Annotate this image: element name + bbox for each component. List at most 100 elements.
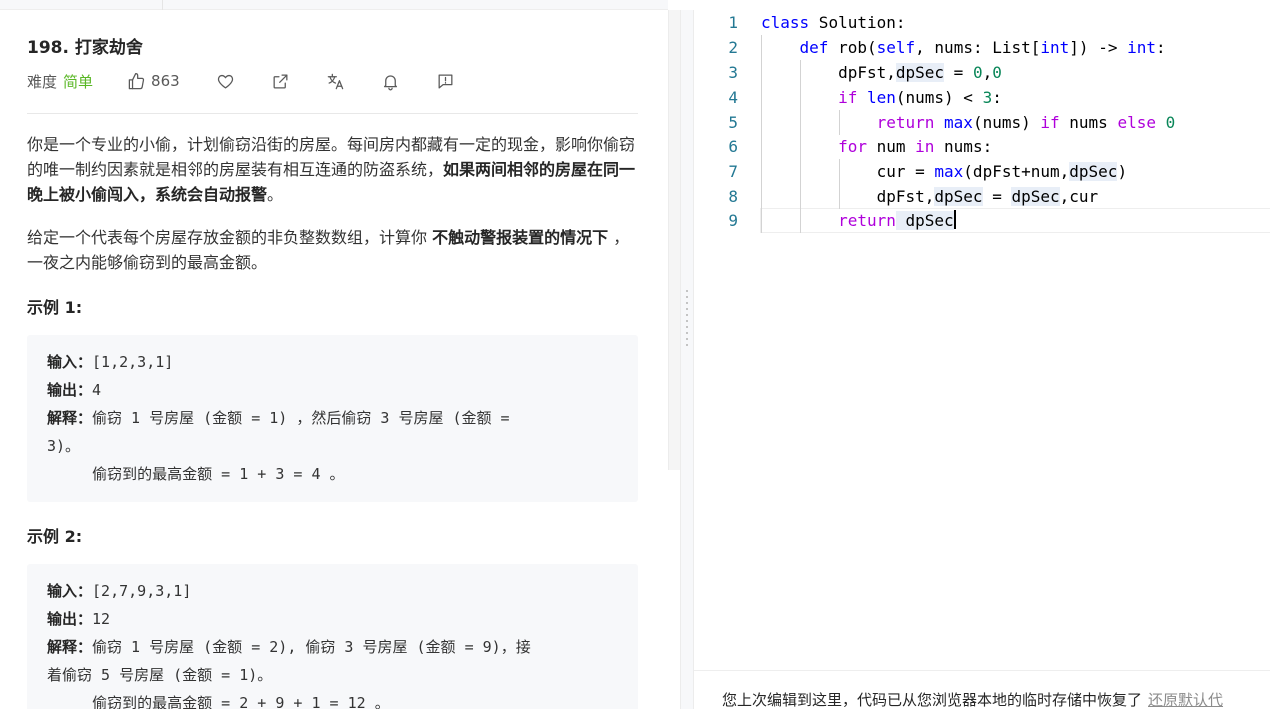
code-token: for <box>838 137 867 156</box>
translate-icon <box>327 73 343 89</box>
like-count: 863 <box>151 72 180 90</box>
code-line-7[interactable]: 7 cur = max(dpFst+num,dpSec) <box>694 159 1270 184</box>
output-value: 12 <box>92 610 111 628</box>
code-token: 0 <box>1165 113 1176 132</box>
example-explain: 解释：偷窃 1 号房屋 (金额 = 2), 偷窃 3 号房屋 (金额 = 9)，… <box>47 633 618 661</box>
explain-label: 解释： <box>47 409 93 427</box>
explain-line-1: 偷窃 1 号房屋 (金额 = 2), 偷窃 3 号房屋 (金额 = 9)，接 <box>92 638 531 656</box>
heart-icon <box>217 74 233 88</box>
line-number: 5 <box>728 113 738 132</box>
bell-icon <box>383 74 397 90</box>
code-token: dpFst, <box>876 187 935 206</box>
input-label: 输入： <box>47 353 93 371</box>
text-caret <box>953 210 956 229</box>
line-number: 6 <box>728 137 738 156</box>
line-number: 8 <box>728 187 738 206</box>
code-token: return <box>876 113 935 132</box>
favorite-button[interactable] <box>216 72 235 91</box>
code-token: : <box>1156 38 1166 57</box>
splitter-grip[interactable] <box>686 290 688 350</box>
code-editor[interactable]: 1 class Solution: 2 def rob(self, nums: … <box>694 0 1270 670</box>
output-value: 4 <box>92 381 102 399</box>
line-number: 7 <box>728 162 738 181</box>
example-2-block: 输入：[2,7,9,3,1] 输出：12 解释：偷窃 1 号房屋 (金额 = 2… <box>27 564 638 709</box>
code-line-4[interactable]: 4 if len(nums) < 3: <box>694 85 1270 110</box>
code-token: max <box>944 113 973 132</box>
subscribe-button[interactable] <box>381 72 400 91</box>
code-line-3[interactable]: 3 dpFst,dpSec = 0,0 <box>694 60 1270 85</box>
explain-line-2: 3)。 <box>47 437 81 455</box>
code-token: 0 <box>972 63 983 82</box>
input-value: [1,2,3,1] <box>92 353 174 371</box>
translate-button[interactable] <box>326 72 345 91</box>
code-token: dpSec <box>1069 162 1118 181</box>
share-icon <box>273 74 288 88</box>
explain-line-2: 着偷窃 5 号房屋 (金额 = 1)。 <box>47 666 273 684</box>
code-token: nums <box>1059 113 1118 132</box>
feedback-button[interactable] <box>436 72 455 91</box>
restore-message: 您上次编辑到这里，代码已从您浏览器本地的临时存储中恢复了 <box>722 691 1143 709</box>
like-button[interactable]: 863 <box>127 72 180 91</box>
input-value: [2,7,9,3,1] <box>92 582 192 600</box>
explain-label: 解释： <box>47 638 93 656</box>
line-number: 4 <box>728 88 738 107</box>
code-line-8[interactable]: 8 dpFst,dpSec = dpSec,cur <box>694 184 1270 209</box>
code-token: num <box>866 137 916 156</box>
line-number: 3 <box>728 63 738 82</box>
code-token: return <box>838 211 896 230</box>
code-token: else <box>1117 113 1156 132</box>
code-token: rob <box>838 38 867 57</box>
description-text-end: 。 <box>267 185 284 204</box>
code-token: = <box>944 63 973 82</box>
description-bold: 不触动警报装置的情况下 <box>432 228 609 247</box>
code-token: max <box>934 162 964 181</box>
line-number: 9 <box>728 211 738 230</box>
restore-default-link[interactable]: 还原默认代 <box>1148 691 1223 709</box>
code-token: int <box>1040 38 1070 57</box>
explain-line-3: 偷窃到的最高金额 = 2 + 9 + 1 = 12 。 <box>47 694 390 709</box>
code-token: Solution: <box>809 13 906 32</box>
example-2-title: 示例 2: <box>27 527 83 546</box>
code-line-2[interactable]: 2 def rob(self, nums: List[int]) -> int: <box>694 35 1270 60</box>
code-token: (dpFst+num, <box>963 162 1070 181</box>
panel-splitter[interactable] <box>680 10 694 709</box>
difficulty-label: 难度 <box>27 72 58 91</box>
problem-scrollbar[interactable] <box>668 10 680 470</box>
code-token: : <box>992 88 1002 107</box>
code-token: ]) -> <box>1069 38 1128 57</box>
code-token: 0 <box>992 63 1002 82</box>
line-number: 1 <box>728 13 738 32</box>
code-line-9[interactable]: 9 return dpSec <box>694 208 1270 233</box>
thumbs-up-icon <box>128 72 145 89</box>
code-token: int <box>1127 38 1156 57</box>
description-paragraph-1: 你是一个专业的小偷，计划偷窃沿街的房屋。每间房内都藏有一定的现金，影响你偷窃的唯… <box>27 132 639 207</box>
explain-line-1: 偷窃 1 号房屋 (金额 = 1) ，然后偷窃 3 号房屋 (金额 = <box>92 409 510 427</box>
example-input: 输入：[2,7,9,3,1] <box>47 577 618 605</box>
code-token: , <box>982 63 993 82</box>
code-token: ) <box>1117 162 1128 181</box>
tab-separator <box>162 0 163 10</box>
code-line-5[interactable]: 5 return max(nums) if nums else 0 <box>694 110 1270 135</box>
input-label: 输入： <box>47 582 93 600</box>
code-token: dpFst, <box>838 63 896 82</box>
code-line-1[interactable]: 1 class Solution: <box>694 10 1270 35</box>
example-output: 输出：12 <box>47 605 618 633</box>
line-number: 2 <box>728 38 738 57</box>
header-divider <box>27 113 638 114</box>
output-label: 输出： <box>47 381 93 399</box>
code-token: nums: <box>934 137 993 156</box>
example-1-title: 示例 1: <box>27 298 83 317</box>
code-line-6[interactable]: 6 for num in nums: <box>694 134 1270 159</box>
difficulty-badge: 简单 <box>63 72 94 91</box>
description-text: 给定一个代表每个房屋存放金额的非负整数数组，计算你 <box>27 228 433 247</box>
code-token: 3 <box>982 88 993 107</box>
example-explain: 解释：偷窃 1 号房屋 (金额 = 1) ，然后偷窃 3 号房屋 (金额 = <box>47 404 618 432</box>
feedback-icon <box>438 74 453 88</box>
code-token: (nums) <box>972 113 1041 132</box>
share-button[interactable] <box>271 72 290 91</box>
code-token: len <box>866 88 896 107</box>
problem-panel: 198. 打家劫舍 难度 简单 863 你是一个专业的小偷，计划偷窃沿街的房屋。… <box>0 0 668 709</box>
example-input: 输入：[1,2,3,1] <box>47 348 618 376</box>
problem-meta: 难度 简单 863 <box>27 69 455 93</box>
code-token: cur = <box>876 162 935 181</box>
